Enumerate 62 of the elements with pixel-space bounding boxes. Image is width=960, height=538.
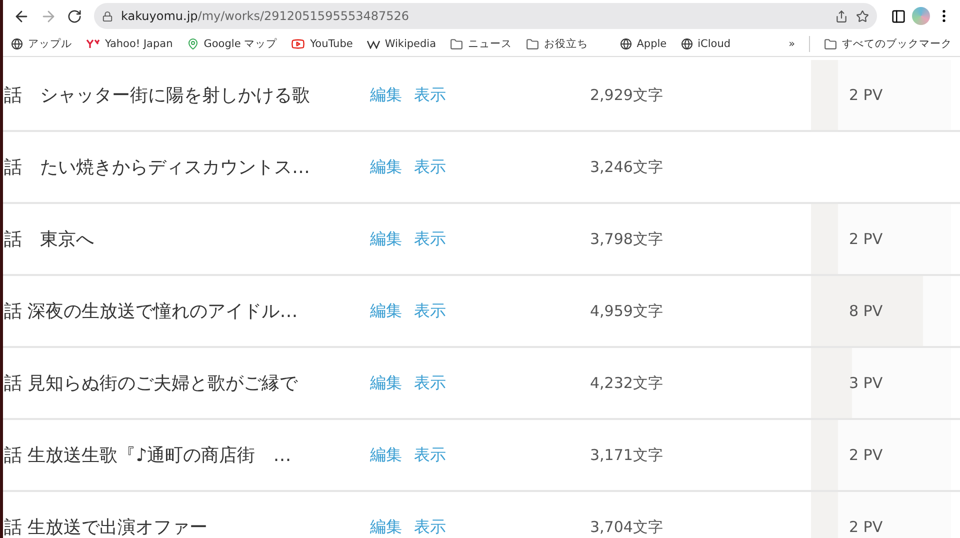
- episode-title: 話 生放送生歌『♪通町の商店街 …: [3, 444, 292, 467]
- map-pin-icon: [186, 38, 199, 50]
- view-link[interactable]: 表示: [414, 156, 446, 178]
- char-count: 2,929文字: [589, 86, 664, 104]
- episode-title: 話 生放送で出演オファー: [3, 516, 209, 538]
- bookmark-link[interactable]: Apple: [620, 38, 667, 50]
- pv-count: 2 PV: [848, 86, 883, 104]
- char-count: 3,171文字: [589, 446, 664, 464]
- view-link[interactable]: 表示: [414, 444, 446, 466]
- bookmark-link[interactable]: お役立ち: [526, 37, 588, 51]
- globe-icon: [620, 38, 632, 50]
- view-link[interactable]: 表示: [414, 516, 446, 538]
- w-logo-icon: [366, 40, 380, 48]
- bookmark-link[interactable]: iCloud: [680, 38, 731, 50]
- reload-icon: [67, 8, 82, 24]
- pv-count: 2 PV: [848, 518, 883, 536]
- folder-icon: [824, 38, 837, 50]
- side-panel-icon[interactable]: [891, 8, 906, 24]
- all-bookmarks-folder[interactable]: すべてのブックマーク: [824, 37, 952, 51]
- episode-title: 話 東京へ: [3, 228, 95, 251]
- view-link[interactable]: 表示: [414, 228, 446, 250]
- edit-link[interactable]: 編集: [370, 300, 402, 322]
- address-bar[interactable]: kakuyomu.jp/my/works/2912051595553487526: [94, 3, 877, 29]
- char-count: 3,704文字: [589, 518, 664, 536]
- bookmark-link[interactable]: Google マップ: [186, 37, 278, 51]
- more-bookmarks-button[interactable]: »: [788, 38, 795, 50]
- y-logo-icon: [86, 39, 100, 49]
- edit-link[interactable]: 編集: [370, 444, 402, 466]
- char-count: 3,798文字: [589, 230, 664, 248]
- play-icon: [291, 37, 306, 51]
- bookmark-link[interactable]: アップル: [11, 37, 72, 51]
- episode-title: 話 シャッター街に陽を射しかける歌: [3, 84, 311, 107]
- edit-link[interactable]: 編集: [370, 84, 402, 106]
- edit-link[interactable]: 編集: [370, 516, 402, 538]
- url-text: kakuyomu.jp/my/works/2912051595553487526: [121, 9, 410, 23]
- pv-count: 2 PV: [848, 446, 883, 464]
- star-icon[interactable]: [856, 10, 869, 22]
- edit-link[interactable]: 編集: [370, 228, 402, 250]
- pv-count: 2 PV: [848, 230, 883, 248]
- share-icon[interactable]: [835, 10, 848, 22]
- bookmark-link[interactable]: Wikipedia: [366, 38, 436, 50]
- episode-title: 話 見知らぬ街のご夫婦と歌がご縁で: [3, 372, 299, 395]
- episode-title: 話 たい焼きからディスカウントス…: [3, 156, 311, 179]
- pv-count: 8 PV: [848, 302, 883, 320]
- char-count: 3,246文字: [589, 158, 664, 176]
- edit-link[interactable]: 編集: [370, 156, 402, 178]
- pv-count: 3 PV: [848, 374, 883, 392]
- globe-icon: [11, 38, 23, 50]
- folder-icon: [526, 38, 540, 50]
- globe-icon: [680, 38, 693, 50]
- lock-icon: [102, 10, 113, 22]
- bookmark-link[interactable]: YouTube: [291, 37, 353, 51]
- view-link[interactable]: 表示: [414, 372, 446, 394]
- bookmark-link[interactable]: ニュース: [450, 37, 512, 51]
- char-count: 4,232文字: [589, 374, 664, 392]
- folder-icon: [450, 38, 464, 50]
- view-link[interactable]: 表示: [414, 300, 446, 322]
- edit-link[interactable]: 編集: [370, 372, 402, 394]
- bookmark-link[interactable]: Yahoo! Japan: [86, 38, 173, 50]
- char-count: 4,959文字: [589, 302, 664, 320]
- view-link[interactable]: 表示: [414, 84, 446, 106]
- episode-title: 話 深夜の生放送で憧れのアイドル…: [3, 300, 299, 323]
